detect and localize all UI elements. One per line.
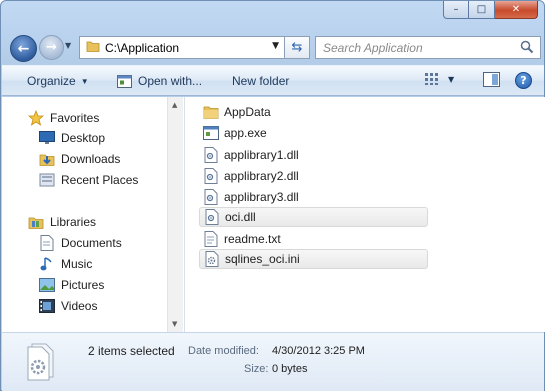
- recent-pages-dropdown[interactable]: ▼: [65, 41, 71, 50]
- nav-item-documents[interactable]: Documents: [39, 235, 122, 251]
- file-item-applibrary2[interactable]: applibrary2.dll: [199, 166, 428, 186]
- desktop-icon: [39, 130, 55, 146]
- view-grid-icon: [424, 72, 440, 89]
- help-icon: ?: [520, 74, 527, 87]
- file-item-app-exe[interactable]: app.exe: [199, 123, 428, 143]
- file-item-oci-dll[interactable]: oci.dll: [199, 207, 428, 227]
- nav-favorites-label: Favorites: [50, 111, 100, 125]
- videos-icon: [39, 298, 55, 314]
- refresh-button[interactable]: ⇆: [285, 36, 310, 59]
- dll-icon: [204, 209, 220, 225]
- nav-item-label: Desktop: [61, 131, 106, 145]
- nav-item-downloads[interactable]: Downloads: [39, 151, 120, 167]
- nav-item-label: Recent Places: [61, 173, 139, 187]
- file-item-applibrary1[interactable]: applibrary1.dll: [199, 145, 428, 165]
- ini-icon: [204, 251, 220, 267]
- dll-icon: [203, 147, 219, 163]
- nav-libraries[interactable]: Libraries: [28, 214, 96, 230]
- file-name: oci.dll: [225, 210, 256, 224]
- pictures-icon: [39, 277, 55, 293]
- nav-item-desktop[interactable]: Desktop: [39, 130, 105, 146]
- exe-icon: [203, 125, 219, 141]
- nav-item-videos[interactable]: Videos: [39, 298, 97, 314]
- search-input[interactable]: [323, 40, 513, 55]
- file-name: applibrary3.dll: [224, 190, 299, 204]
- multiple-files-icon: [24, 343, 58, 384]
- nav-favorites[interactable]: Favorites: [28, 110, 99, 126]
- file-name: app.exe: [224, 126, 267, 140]
- nav-item-label: Pictures: [61, 278, 105, 292]
- nav-item-label: Music: [61, 257, 93, 271]
- address-dropdown-icon[interactable]: ▼: [272, 41, 279, 51]
- preview-pane-icon: [483, 72, 500, 90]
- nav-item-music[interactable]: Music: [39, 256, 92, 272]
- dll-icon: [203, 168, 219, 184]
- open-with-label: Open with...: [138, 74, 203, 88]
- file-item-readme[interactable]: readme.txt: [199, 229, 428, 249]
- navigation-pane-scrollbar[interactable]: ▲ ▼: [167, 97, 183, 332]
- file-name: readme.txt: [224, 232, 281, 246]
- forward-button[interactable]: →: [39, 35, 64, 60]
- file-list: AppData app.exe applibrary1.dll applibra…: [185, 97, 545, 332]
- forward-arrow-icon: →: [46, 40, 57, 55]
- file-name: applibrary1.dll: [224, 148, 299, 162]
- music-icon: [39, 256, 55, 272]
- close-button[interactable]: ✕: [495, 1, 538, 19]
- file-name: applibrary2.dll: [224, 169, 299, 183]
- libraries-icon: [28, 214, 44, 230]
- text-file-icon: [203, 231, 219, 247]
- folder-icon: [203, 104, 219, 120]
- star-icon: [28, 110, 44, 126]
- nav-item-pictures[interactable]: Pictures: [39, 277, 104, 293]
- nav-item-recent-places[interactable]: Recent Places: [39, 172, 138, 188]
- nav-item-label: Videos: [61, 299, 98, 313]
- organize-button[interactable]: Organize ▼: [27, 74, 89, 88]
- documents-icon: [39, 235, 55, 251]
- file-item-sqlines-oci-ini[interactable]: sqlines_oci.ini: [199, 249, 428, 269]
- back-button[interactable]: ←: [10, 35, 37, 62]
- nav-libraries-label: Libraries: [50, 215, 97, 229]
- nav-item-label: Downloads: [61, 152, 121, 166]
- address-bar[interactable]: C:\Application ▼: [79, 36, 285, 59]
- preview-pane-button[interactable]: [483, 72, 500, 90]
- file-item-appdata[interactable]: AppData: [199, 102, 428, 122]
- open-with-icon: [117, 74, 132, 88]
- minimize-button[interactable]: –: [443, 1, 469, 19]
- selection-count: 2 items selected: [88, 344, 175, 358]
- file-item-applibrary3[interactable]: applibrary3.dll: [199, 187, 428, 207]
- date-modified-value: 4/30/2012 3:25 PM: [272, 345, 365, 357]
- file-name: sqlines_oci.ini: [225, 252, 300, 266]
- search-box[interactable]: [315, 36, 541, 59]
- scroll-down-icon[interactable]: ▼: [172, 320, 177, 328]
- explorer-window: – □ ✕ ← → ▼ C:\Application ▼ ⇆ Organize ▼…: [0, 0, 545, 391]
- new-folder-button[interactable]: New folder: [232, 74, 289, 88]
- search-icon[interactable]: [520, 40, 534, 57]
- chevron-down-icon: ▼: [80, 76, 89, 86]
- dll-icon: [203, 189, 219, 205]
- open-with-button[interactable]: Open with...: [117, 74, 202, 88]
- scroll-up-icon[interactable]: ▲: [172, 101, 177, 109]
- date-modified-label: Date modified:: [188, 345, 259, 357]
- window-caption-buttons: – □ ✕: [443, 1, 538, 19]
- refresh-icon: ⇆: [291, 40, 303, 55]
- change-view-button[interactable]: [424, 72, 440, 89]
- size-label: Size:: [244, 363, 269, 375]
- address-path: C:\Application: [105, 40, 180, 55]
- details-pane: 2 items selected Date modified: 4/30/201…: [2, 332, 544, 391]
- back-arrow-icon: ←: [17, 40, 30, 57]
- recent-places-icon: [39, 172, 55, 188]
- folder-icon: [86, 39, 100, 56]
- new-folder-label: New folder: [232, 74, 290, 88]
- downloads-icon: [39, 151, 55, 167]
- navigation-pane: Favorites Desktop Downloads Recent Place…: [2, 97, 185, 332]
- help-button[interactable]: ?: [515, 72, 532, 89]
- maximize-button[interactable]: □: [469, 1, 495, 19]
- nav-item-label: Documents: [61, 236, 122, 250]
- command-bar: Organize ▼ Open with... New folder ▼ ?: [2, 65, 544, 96]
- organize-label: Organize: [27, 74, 76, 88]
- view-dropdown-icon[interactable]: ▼: [448, 75, 454, 84]
- size-value: 0 bytes: [272, 363, 308, 375]
- file-name: AppData: [224, 105, 271, 119]
